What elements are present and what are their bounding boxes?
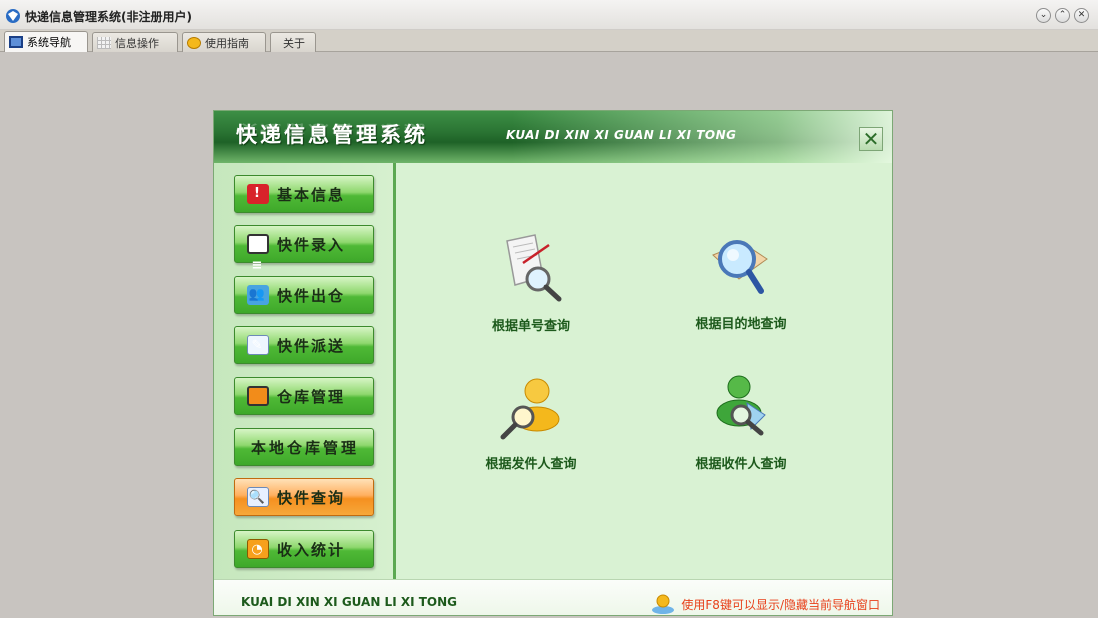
panel-title-reflection: 快递信息管理系统 xyxy=(236,122,428,137)
tab-info-ops[interactable]: 信息操作 xyxy=(92,32,178,52)
nav-package-delivery-button[interactable]: ✎ 快件派送 xyxy=(234,326,374,364)
alert-icon: ! xyxy=(247,184,269,204)
action-label: 根据发件人查询 xyxy=(485,457,577,472)
tab-about[interactable]: 关于 xyxy=(270,32,316,52)
sidebar: ! 基本信息 ☺≡ 快件录入 👥 快件出仓 ✎ 快件派送 仓库管理 本地仓库管理… xyxy=(214,163,396,579)
query-by-number-action[interactable]: 根据单号查询 xyxy=(476,231,586,334)
footer-tip-text: 使用F8键可以显示/隐藏当前导航窗口 xyxy=(681,597,880,612)
clock-icon xyxy=(187,36,201,49)
nav-basic-info-button[interactable]: ! 基本信息 xyxy=(234,175,374,213)
user-magnifier-icon xyxy=(500,378,560,440)
nav-package-entry-button[interactable]: ☺≡ 快件录入 xyxy=(234,225,374,273)
nav-label: 快件派送 xyxy=(277,336,346,355)
user-tip-icon xyxy=(652,594,675,614)
nav-label: 快件出仓 xyxy=(277,286,346,305)
nav-package-out-button[interactable]: 👥 快件出仓 xyxy=(234,276,374,314)
map-magnifier-icon xyxy=(712,240,768,294)
pen-doc-icon: ✎ xyxy=(247,335,269,355)
tab-system-nav[interactable]: 系统导航 xyxy=(4,31,88,52)
nav-local-warehouse-button[interactable]: 本地仓库管理 xyxy=(234,428,374,466)
panel-header: 快递信息管理系统 快递信息管理系统 KUAI DI XIN XI GUAN LI… xyxy=(214,111,892,163)
panel-footer: KUAI DI XIN XI GUAN LI XI TONG 使用F8键可以显示… xyxy=(214,579,892,615)
doc-search-icon: 🔍 xyxy=(247,487,269,507)
query-by-recipient-action[interactable]: 根据收件人查询 xyxy=(686,369,796,472)
nav-label: 收入统计 xyxy=(277,540,346,559)
footer-tip: 使用F8键可以显示/隐藏当前导航窗口 xyxy=(651,593,880,615)
footer-pinyin: KUAI DI XIN XI GUAN LI XI TONG xyxy=(241,595,458,609)
nav-label: 本地仓库管理 xyxy=(251,438,360,457)
tab-user-guide[interactable]: 使用指南 xyxy=(182,32,266,52)
title-bar: 快递信息管理系统(非注册用户) ⌄ ⌃ ✕ xyxy=(0,0,1098,30)
nav-label: 仓库管理 xyxy=(277,387,346,406)
minimize-button[interactable]: ⌄ xyxy=(1036,8,1051,23)
nav-label: 基本信息 xyxy=(277,185,346,204)
query-by-sender-action[interactable]: 根据发件人查询 xyxy=(476,369,586,472)
paper-magnifier-icon xyxy=(506,234,562,302)
monitor-icon xyxy=(9,36,23,48)
maximize-button[interactable]: ⌃ xyxy=(1055,8,1070,23)
query-by-destination-action[interactable]: 根据目的地查询 xyxy=(686,229,796,332)
panel-pinyin: KUAI DI XIN XI GUAN LI XI TONG xyxy=(506,128,737,142)
nav-warehouse-button[interactable]: 仓库管理 xyxy=(234,377,374,415)
action-label: 根据收件人查询 xyxy=(695,457,787,472)
people-icon: 👥 xyxy=(247,285,269,305)
navigation-panel: 快递信息管理系统 快递信息管理系统 KUAI DI XIN XI GUAN LI… xyxy=(213,110,893,616)
action-label: 根据单号查询 xyxy=(491,319,570,334)
nav-label: 快件录入 xyxy=(277,235,346,254)
contact-card-icon: ☺≡ xyxy=(247,234,269,273)
window-title: 快递信息管理系统(非注册用户) xyxy=(25,10,192,24)
tab-label: 使用指南 xyxy=(205,36,249,50)
close-window-button[interactable]: ✕ xyxy=(1074,8,1089,23)
nav-label: 快件查询 xyxy=(277,488,346,507)
tab-label: 关于 xyxy=(283,36,305,50)
grid-icon xyxy=(97,36,111,49)
app-logo-icon xyxy=(6,9,20,23)
group-magnifier-icon xyxy=(716,375,766,436)
rss-icon: ◔ xyxy=(247,539,269,559)
action-label: 根据目的地查询 xyxy=(695,317,787,332)
tab-label: 系统导航 xyxy=(27,36,71,49)
tab-bar: 系统导航 信息操作 使用指南 关于 xyxy=(0,30,1098,52)
monitor-icon xyxy=(247,386,269,406)
nav-income-stats-button[interactable]: ◔ 收入统计 xyxy=(234,530,374,568)
tab-label: 信息操作 xyxy=(115,36,159,50)
panel-close-button[interactable]: ✕ xyxy=(859,127,883,151)
nav-package-query-button[interactable]: 🔍 快件查询 xyxy=(234,478,374,516)
